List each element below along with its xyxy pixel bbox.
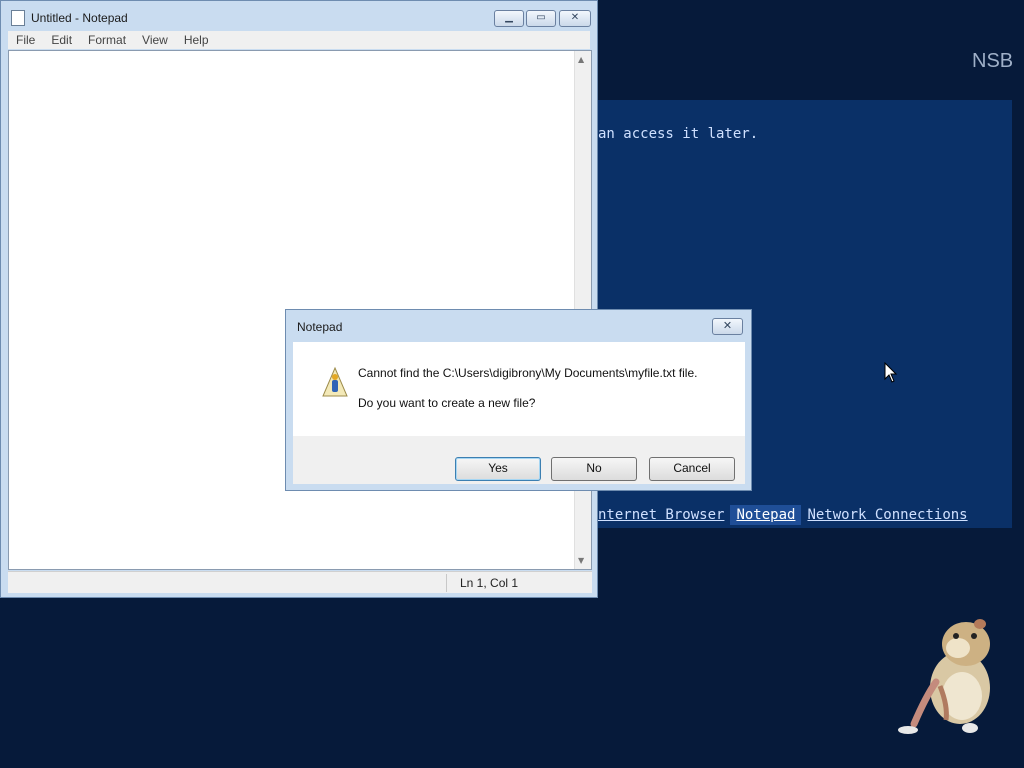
close-button[interactable]: ✕ [559,10,591,27]
panel-text: an access it later. [598,126,759,142]
dialog-message-line2: Do you want to create a new file? [358,396,536,410]
scroll-up-icon[interactable]: ▲ [578,55,584,64]
dialog-message-area: Cannot find the C:\Users\digibrony\My Do… [293,342,745,436]
notepad-window: Untitled - Notepad ▁ ▭ ✕ File Edit Format V… [0,0,598,598]
link-internet-browser[interactable]: nternet Browser [598,505,730,525]
notepad-titlebar[interactable]: Untitled - Notepad ▁ ▭ ✕ [1,1,597,35]
status-bar: Ln 1, Col 1 [8,571,592,593]
menu-file[interactable]: File [8,31,43,49]
cancel-button[interactable]: Cancel [649,457,735,481]
notepad-title: Untitled - Notepad [31,11,128,25]
link-network-connections[interactable]: Network Connections [801,505,973,525]
notepad-app-icon [11,10,25,26]
menu-help[interactable]: Help [176,31,217,49]
link-notepad[interactable]: Notepad [730,505,802,525]
close-icon: ✕ [722,319,733,332]
menu-view[interactable]: View [134,31,176,49]
no-button[interactable]: No [551,457,637,481]
maximize-icon: ▭ [536,12,546,23]
dialog-title: Notepad [297,320,343,334]
menu-format[interactable]: Format [80,31,134,49]
yes-button[interactable]: Yes [455,457,541,481]
cursor-position: Ln 1, Col 1 [460,576,519,590]
minimize-button[interactable]: ▁ [494,10,524,27]
close-icon: ✕ [570,12,580,23]
status-separator [446,574,447,592]
maximize-button[interactable]: ▭ [526,10,556,27]
minimize-icon: ▁ [505,12,513,23]
app-links: nternet Browser Notepad Network Connecti… [598,505,974,525]
dialog-body: Cannot find the C:\Users\digibrony\My Do… [293,342,745,484]
warning-shield-icon [322,366,348,397]
dialog-message-line1: Cannot find the C:\Users\digibrony\My Do… [358,366,698,380]
menu-bar: File Edit Format View Help [8,31,590,49]
corner-label: NSB [972,50,1014,72]
dialog-close-button[interactable]: ✕ [712,318,743,335]
mouse-cursor-icon [884,362,898,383]
hamster-mascot-icon [898,619,990,734]
menu-edit[interactable]: Edit [43,31,80,49]
notepad-dialog: Notepad ✕ Cannot find the C:\Users\digib… [285,309,752,491]
scroll-down-icon[interactable]: ▼ [578,556,584,565]
